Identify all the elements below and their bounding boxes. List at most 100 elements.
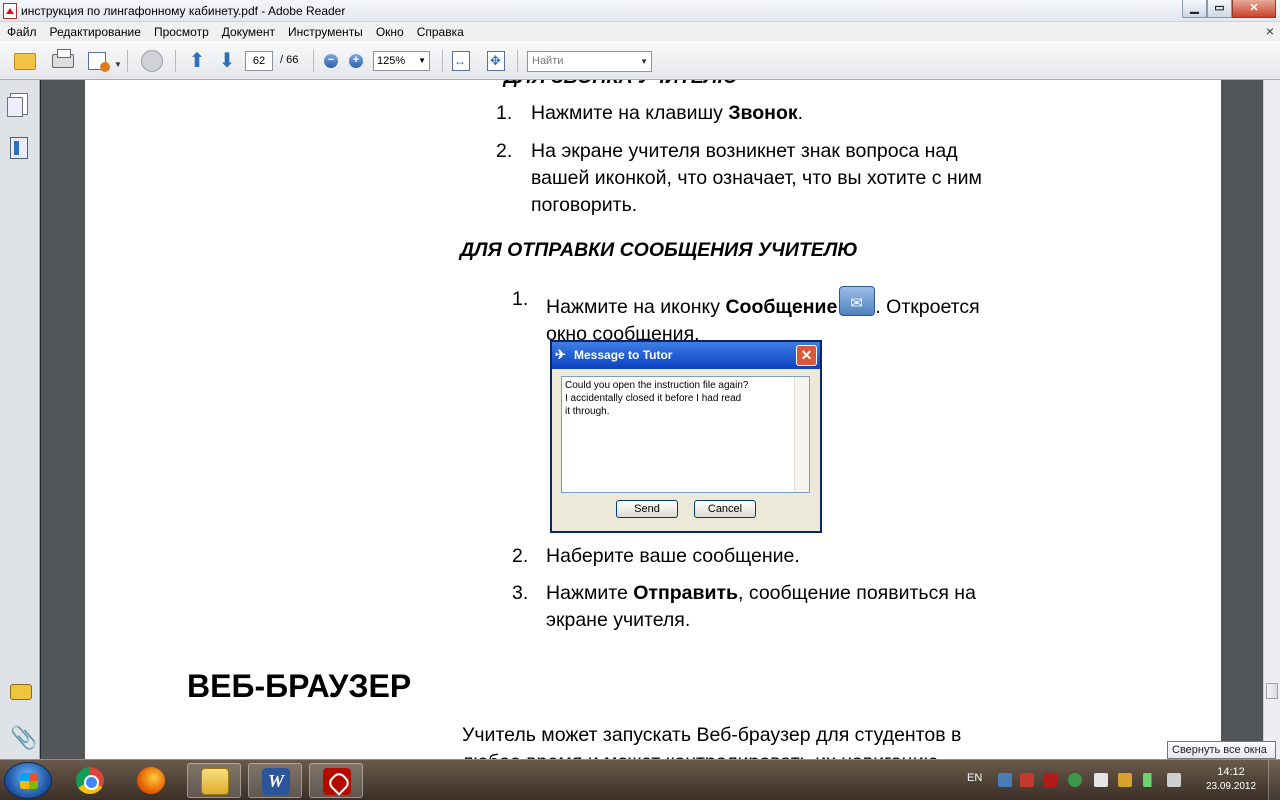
close-icon: ✕ xyxy=(1249,2,1259,14)
minimize-button[interactable]: ▁ xyxy=(1182,0,1207,18)
toolbar: ▼ ⬆ ⬇ 62 / 66 − + 125% ▼ Найти ▼ xyxy=(0,41,1280,80)
dialog-scrollbar xyxy=(794,377,809,492)
list-item-text: Нажмите на иконку Сообщение. Откроется о… xyxy=(546,286,980,348)
text: . Откроется xyxy=(875,296,980,318)
message-text: Could you open the instruction file agai… xyxy=(565,380,749,417)
taskbar-explorer[interactable] xyxy=(187,763,241,798)
collaborate-icon[interactable] xyxy=(141,50,163,72)
power-icon[interactable] xyxy=(1118,773,1132,787)
find-placeholder: Найти xyxy=(532,55,564,67)
zoom-out-button[interactable]: − xyxy=(324,54,338,68)
list-number: 1. xyxy=(512,288,529,310)
text-line: На экране учителя возникнет знак вопроса… xyxy=(531,140,958,162)
message-dialog-image: ✈ Message to Tutor ✕ Could you open the … xyxy=(550,340,822,533)
acrobat-tray-icon[interactable] xyxy=(1043,773,1057,787)
open-folder-icon[interactable] xyxy=(14,53,36,70)
signal-icon[interactable] xyxy=(1143,773,1157,787)
bold-text: Отправить xyxy=(633,582,739,604)
menu-edit[interactable]: Редактирование xyxy=(50,25,141,39)
document-viewport[interactable]: ДЛЯ ЗВОНКА УЧИТЕЛЮ 1. Нажмите на клавишу… xyxy=(41,80,1263,759)
maximize-button[interactable]: ▭ xyxy=(1207,0,1232,18)
next-page-button[interactable]: ⬇ xyxy=(216,50,238,72)
comments-icon[interactable] xyxy=(10,684,32,700)
start-button[interactable] xyxy=(4,762,52,799)
page-total: / 66 xyxy=(280,54,299,66)
menu-tools[interactable]: Инструменты xyxy=(288,25,363,39)
taskbar-word[interactable]: W xyxy=(248,763,302,798)
list-item-text: Нажмите на клавишу Звонок. xyxy=(531,100,803,127)
text: Нажмите xyxy=(546,582,634,604)
menu-file[interactable]: Файл xyxy=(7,25,37,39)
taskbar-chrome[interactable] xyxy=(63,763,117,798)
dialog-title-bar: ✈ Message to Tutor ✕ xyxy=(552,342,820,369)
section-heading-web: ВЕБ-БРАУЗЕР xyxy=(187,668,412,704)
menu-window[interactable]: Окно xyxy=(376,25,404,39)
adobe-reader-icon xyxy=(323,768,351,795)
menu-help[interactable]: Справка xyxy=(417,25,464,39)
show-desktop-button[interactable] xyxy=(1268,760,1280,800)
zoom-value: 125% xyxy=(377,55,406,67)
fit-width-icon[interactable] xyxy=(452,51,470,71)
text-line: экране учителя. xyxy=(546,609,691,631)
list-number: 2. xyxy=(512,545,529,567)
pdf-page: ДЛЯ ЗВОНКА УЧИТЕЛЮ 1. Нажмите на клавишу… xyxy=(85,80,1221,759)
language-indicator[interactable]: EN xyxy=(967,772,982,784)
folder-icon xyxy=(201,768,229,795)
list-item: 1. xyxy=(496,100,512,127)
chevron-down-icon: ▼ xyxy=(418,56,426,65)
list-item-text: Нажмите Отправить, сообщение появиться н… xyxy=(546,580,976,634)
toolbar-separator xyxy=(175,50,176,72)
message-icon xyxy=(839,286,876,317)
chevron-down-icon: ▼ xyxy=(640,57,648,66)
taskbar-firefox[interactable] xyxy=(124,763,178,798)
text: Нажмите на клавишу xyxy=(531,102,729,124)
section-heading-call: ДЛЯ ЗВОНКА УЧИТЕЛЮ xyxy=(504,80,738,89)
share-dropdown-icon[interactable]: ▼ xyxy=(114,60,122,69)
taskbar-adobe-reader[interactable] xyxy=(309,763,363,798)
text: . xyxy=(797,102,804,124)
toolbar-separator xyxy=(442,50,443,72)
dialog-close-icon: ✕ xyxy=(796,345,817,366)
adobe-reader-app-icon[interactable] xyxy=(3,3,17,19)
taskbar: W EN 14:12 23.09.2012 xyxy=(0,759,1280,800)
zoom-select[interactable]: 125% ▼ xyxy=(373,51,430,71)
pages-icon[interactable] xyxy=(7,93,28,117)
text: Нажмите на иконку xyxy=(546,296,726,318)
window-controls: ▁ ▭ ✕ xyxy=(1182,0,1276,18)
toolbar-separator xyxy=(517,50,518,72)
find-input[interactable]: Найти ▼ xyxy=(527,51,652,72)
zoom-in-button[interactable]: + xyxy=(349,54,363,68)
scrollbar-thumb[interactable] xyxy=(1266,683,1278,699)
close-document-button[interactable]: × xyxy=(1266,23,1274,39)
tray-app-icon[interactable] xyxy=(1020,773,1034,787)
flag-icon[interactable] xyxy=(1094,773,1108,787)
window-title: инструкция по лингафонному кабинету.pdf … xyxy=(21,4,346,18)
vertical-scrollbar[interactable] xyxy=(1263,80,1280,759)
navigation-panel: 📎 xyxy=(0,80,40,759)
text-line: Учитель может запускать Веб-браузер для … xyxy=(462,724,962,746)
clock-date: 23.09.2012 xyxy=(1205,781,1257,792)
dialog-send-button: Send xyxy=(616,500,678,518)
attachment-icon[interactable]: 📎 xyxy=(10,725,37,750)
text: , сообщение появиться на xyxy=(738,582,976,604)
fit-page-icon[interactable] xyxy=(487,51,505,71)
system-clock[interactable]: 14:12 23.09.2012 xyxy=(1198,766,1264,792)
printer-icon[interactable] xyxy=(52,49,74,68)
bookmarks-icon[interactable] xyxy=(10,137,28,159)
section-heading-message: ДЛЯ ОТПРАВКИ СООБЩЕНИЯ УЧИТЕЛЮ xyxy=(460,239,858,261)
menu-view[interactable]: Просмотр xyxy=(154,25,209,39)
network-tool-icon[interactable] xyxy=(998,773,1012,787)
security-icon[interactable] xyxy=(1068,773,1082,787)
dialog-title: Message to Tutor xyxy=(574,348,673,362)
close-button[interactable]: ✕ xyxy=(1232,0,1276,18)
show-desktop-tooltip: Свернуть все окна xyxy=(1167,741,1276,759)
pin-icon: ✈ xyxy=(555,347,566,362)
menu-document[interactable]: Документ xyxy=(222,25,275,39)
volume-icon[interactable] xyxy=(1167,773,1181,787)
bold-text: Сообщение xyxy=(725,296,838,318)
share-icon[interactable] xyxy=(88,52,110,72)
page-number-input[interactable]: 62 xyxy=(245,51,273,71)
list-item-text: Наберите ваше сообщение. xyxy=(546,545,800,567)
previous-page-button[interactable]: ⬆ xyxy=(186,50,208,72)
title-bar: инструкция по лингафонному кабинету.pdf … xyxy=(0,0,1280,22)
